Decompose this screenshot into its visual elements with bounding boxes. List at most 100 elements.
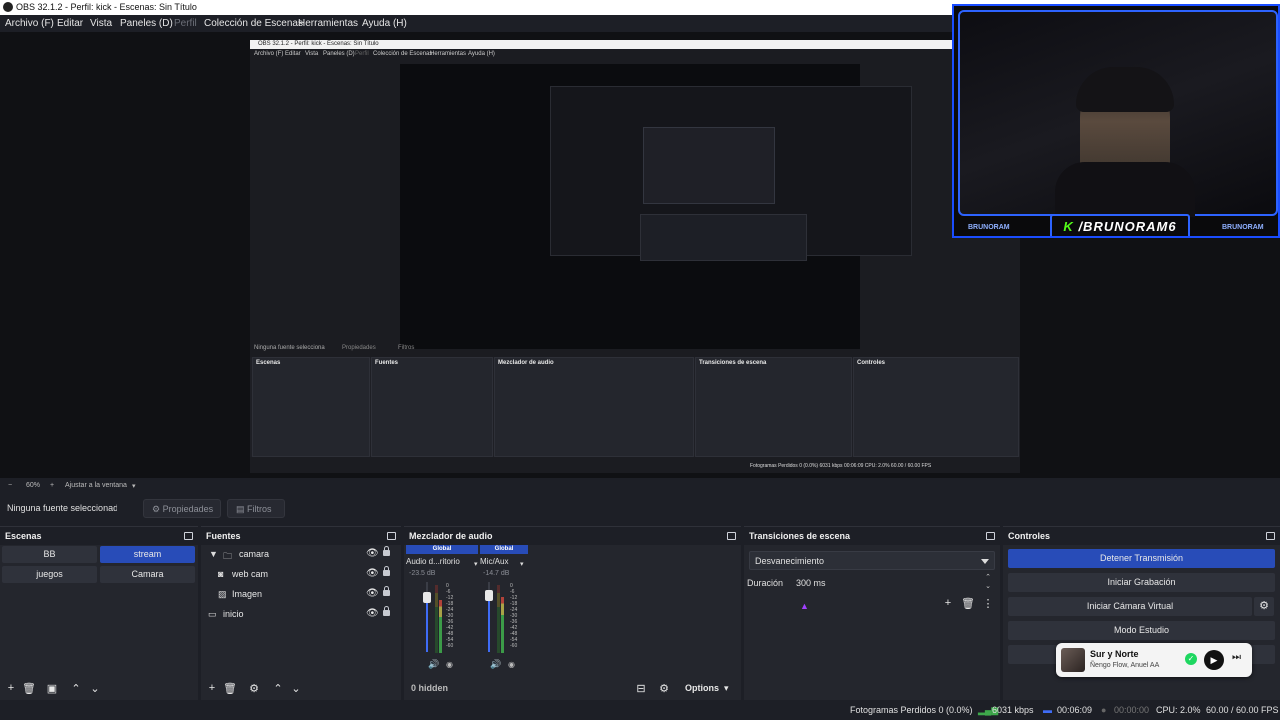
menu-coleccion-escenas[interactable]: Colección de Escenas bbox=[204, 18, 303, 29]
stop-streaming-button[interactable]: Detener Transmisión bbox=[1008, 549, 1275, 568]
channel-name[interactable]: Audio d...ritorio bbox=[406, 557, 460, 566]
options-button[interactable]: Options bbox=[685, 683, 719, 693]
scene-item-stream[interactable]: stream bbox=[100, 546, 195, 563]
menu-perfil[interactable]: Perfil bbox=[174, 18, 197, 29]
visibility-eye-icon[interactable]: 👁 bbox=[366, 568, 379, 579]
channel-dropdown-icon[interactable]: ▾ bbox=[474, 560, 478, 568]
nested-obs-capture: OBS 32.1.2 - Perfil: kick - Escenas: Sin… bbox=[250, 40, 1020, 473]
monitor-icon[interactable]: ◉ bbox=[446, 660, 453, 669]
move-down-icon[interactable]: ⌄ bbox=[289, 682, 303, 695]
record-time: 00:00:00 bbox=[1114, 705, 1150, 715]
fit-window-label[interactable]: Ajustar a la ventana bbox=[65, 482, 127, 489]
source-item-imagen[interactable]: ▨ Imagen 👁 bbox=[206, 586, 396, 604]
duration-spinbox[interactable]: 300 ms ⌃ ⌄ bbox=[792, 573, 995, 592]
record-icon: ● bbox=[1101, 705, 1107, 715]
hidden-count[interactable]: 0 hidden bbox=[411, 683, 448, 693]
speaker-icon[interactable]: 🔊 bbox=[490, 659, 501, 670]
menu-ayuda[interactable]: Ayuda (H) bbox=[362, 18, 407, 29]
menu-archivo[interactable]: Archivo (F) bbox=[5, 18, 54, 29]
properties-button[interactable]: ⚙ Propiedades bbox=[143, 499, 221, 518]
undock-icon[interactable] bbox=[1266, 532, 1275, 540]
remove-source-icon[interactable]: 🗑 bbox=[223, 682, 237, 695]
move-up-icon[interactable]: ⌃ bbox=[271, 682, 285, 695]
speaker-icon[interactable]: 🔊 bbox=[428, 659, 439, 670]
chevron-down-icon[interactable]: ▼ bbox=[209, 549, 218, 559]
spin-up-icon[interactable]: ⌃ bbox=[985, 573, 991, 581]
menu-herramientas[interactable]: Herramientas bbox=[298, 18, 358, 29]
nested-dock: Controles bbox=[853, 357, 1019, 457]
gear-icon: ⚙ bbox=[152, 504, 161, 514]
source-item-web-cam[interactable]: ◙ web cam 👁 bbox=[206, 566, 396, 584]
add-transition-icon[interactable]: + bbox=[941, 597, 955, 609]
mixer-channel-desktop: Global Audio d...ritorio -23.5 dB ▾ 0 -6… bbox=[406, 545, 478, 675]
stream-time: 00:06:09 bbox=[1057, 705, 1093, 715]
start-virtual-camera-button[interactable]: Iniciar Cámara Virtual bbox=[1008, 597, 1252, 616]
nested-filters-label: Filtros bbox=[398, 345, 415, 351]
visibility-eye-icon[interactable]: 👁 bbox=[366, 588, 379, 599]
transition-menu-icon[interactable]: ⋮ bbox=[981, 597, 995, 610]
channel-dropdown-icon[interactable]: ▾ bbox=[520, 560, 524, 568]
visibility-eye-icon[interactable]: 👁 bbox=[366, 608, 379, 619]
scene-item-juegos[interactable]: juegos bbox=[2, 566, 97, 583]
channel-name[interactable]: Mic/Aux bbox=[480, 557, 508, 566]
play-icon[interactable]: ▶ bbox=[1204, 650, 1224, 670]
start-recording-button[interactable]: Iniciar Grabación bbox=[1008, 573, 1275, 592]
scenes-toolbar: + 🗑 ▣ ⌃ ⌄ bbox=[0, 677, 198, 701]
nested-status-text: Fotogramas Perdidos 0 (0.0%) 6031 kbps 0… bbox=[750, 463, 932, 469]
undock-icon[interactable] bbox=[727, 532, 736, 540]
move-up-icon[interactable]: ⌃ bbox=[69, 682, 83, 695]
move-down-icon[interactable]: ⌄ bbox=[88, 682, 102, 695]
scene-item-camara[interactable]: Camara bbox=[100, 566, 195, 583]
nested-menu-item: Ayuda (H) bbox=[468, 51, 495, 57]
zoom-out-button[interactable]: − bbox=[8, 482, 12, 489]
add-source-icon[interactable]: + bbox=[205, 682, 219, 694]
lock-icon[interactable] bbox=[383, 606, 390, 616]
undock-icon[interactable] bbox=[184, 532, 193, 540]
source-item-inicio[interactable]: ▭ inicio 👁 bbox=[206, 606, 396, 624]
layout-toggle-icon[interactable]: ⊟ bbox=[634, 682, 648, 695]
menu-vista[interactable]: Vista bbox=[90, 18, 112, 29]
visibility-eye-icon[interactable]: 👁 bbox=[366, 548, 379, 559]
volume-fader-knob[interactable] bbox=[423, 592, 431, 604]
lock-icon[interactable] bbox=[383, 546, 390, 556]
menu-editar[interactable]: Editar bbox=[57, 18, 83, 29]
fit-dropdown-icon[interactable]: ▾ bbox=[132, 482, 136, 490]
virtual-camera-settings-gear-icon[interactable]: ⚙ bbox=[1254, 597, 1274, 616]
volume-fader-knob[interactable] bbox=[485, 589, 493, 601]
zoom-in-button[interactable]: + bbox=[50, 482, 54, 489]
remove-scene-icon[interactable]: 🗑 bbox=[22, 682, 36, 695]
studio-mode-button[interactable]: Modo Estudio bbox=[1008, 621, 1275, 640]
nested-dock-title: Transiciones de escena bbox=[699, 360, 767, 366]
monitor-icon[interactable]: ◉ bbox=[508, 660, 515, 669]
scale-tick: -60 bbox=[446, 643, 454, 649]
display-icon: ▭ bbox=[208, 609, 217, 619]
scenes-dock-header: Escenas bbox=[0, 527, 198, 545]
add-scene-icon[interactable]: + bbox=[4, 682, 18, 694]
scenes-dock-title: Escenas bbox=[5, 531, 42, 541]
advanced-audio-icon[interactable]: ⚙ bbox=[657, 682, 671, 695]
scene-item-bb[interactable]: BB bbox=[2, 546, 97, 563]
menu-paneles[interactable]: Paneles (D) bbox=[120, 18, 173, 29]
spin-down-icon[interactable]: ⌄ bbox=[985, 582, 991, 590]
image-icon: ▨ bbox=[218, 589, 227, 599]
level-meter bbox=[435, 585, 438, 653]
source-label: web cam bbox=[232, 569, 269, 579]
options-dropdown-icon[interactable]: ▾ bbox=[724, 683, 729, 694]
undock-icon[interactable] bbox=[986, 532, 995, 540]
transition-select[interactable]: Desvanecimiento bbox=[749, 551, 995, 570]
filters-button[interactable]: ▤ Filtros bbox=[227, 499, 285, 518]
lock-icon[interactable] bbox=[383, 586, 390, 596]
nested-selection-label: Ninguna fuente selecciona bbox=[254, 345, 325, 351]
channel-db: -14.7 dB bbox=[483, 570, 510, 577]
nested-menu-item: Herramientas bbox=[430, 51, 467, 57]
scene-filters-icon[interactable]: ▣ bbox=[45, 682, 59, 695]
next-track-icon[interactable]: ⏭ bbox=[1232, 652, 1241, 663]
source-label: inicio bbox=[223, 609, 244, 619]
nested-titlebar: OBS 32.1.2 - Perfil: kick - Escenas: Sin… bbox=[250, 40, 1020, 49]
undock-icon[interactable] bbox=[387, 532, 396, 540]
liked-check-icon[interactable]: ✓ bbox=[1185, 653, 1197, 665]
remove-transition-icon[interactable]: 🗑 bbox=[961, 597, 975, 610]
lock-icon[interactable] bbox=[383, 566, 390, 576]
source-settings-icon[interactable]: ⚙ bbox=[247, 682, 261, 695]
source-item-camara[interactable]: ▼ 🗀 camara 👁 bbox=[206, 546, 396, 564]
